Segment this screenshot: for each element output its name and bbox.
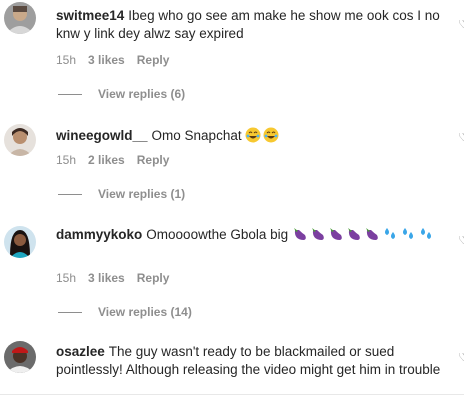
sweat-droplets-emoji-icon xyxy=(418,226,434,247)
comment-username[interactable]: dammyykoko xyxy=(56,227,142,242)
like-heart-icon[interactable]: ♡ xyxy=(458,353,464,361)
replies-divider-line xyxy=(58,193,82,195)
comment-time: 15h xyxy=(56,153,77,167)
view-replies-label: View replies (14) xyxy=(98,305,192,319)
avatar-photo-icon xyxy=(4,341,36,373)
sweat-droplets-emoji-icon xyxy=(400,226,416,247)
view-replies-label: View replies (6) xyxy=(98,87,186,101)
comment-text: osazlee The guy wasn't ready to be blackm… xyxy=(56,343,452,379)
comment-username[interactable]: switmee14 xyxy=(56,8,124,23)
comment-body: Omo Snapchat xyxy=(151,128,242,143)
tears-of-joy-emoji-icon xyxy=(263,127,279,148)
comment-username[interactable]: osazlee xyxy=(56,344,105,359)
avatar[interactable] xyxy=(4,341,36,373)
eggplant-emoji-icon xyxy=(292,226,308,247)
comment-text: dammyykoko Omoooowthe Gbola big xyxy=(56,226,436,247)
comment-body: Omoooowthe Gbola big xyxy=(146,227,289,242)
tears-of-joy-emoji-icon xyxy=(245,127,261,148)
comment-likes[interactable]: 2 likes xyxy=(88,153,125,167)
replies-divider-line xyxy=(58,311,82,313)
avatar-photo-icon xyxy=(4,124,36,156)
comment-emojis xyxy=(292,227,436,242)
comment-meta: 15h 3 likes Reply xyxy=(56,271,169,285)
avatar-photo-icon xyxy=(4,2,36,34)
view-replies-button[interactable]: View replies (6) xyxy=(58,87,185,101)
reply-button[interactable]: Reply xyxy=(137,271,170,285)
avatar[interactable] xyxy=(4,2,36,34)
comment-likes[interactable]: 3 likes xyxy=(88,271,125,285)
avatar[interactable] xyxy=(4,226,36,258)
comment-time: 15h xyxy=(56,271,77,285)
comment-likes[interactable]: 3 likes xyxy=(88,53,125,67)
replies-divider-line xyxy=(58,93,82,95)
eggplant-emoji-icon xyxy=(328,226,344,247)
comment-body: The guy wasn't ready to be blackmailed o… xyxy=(56,344,441,377)
avatar-photo-icon xyxy=(4,226,36,258)
comment-text: wineegowld__ Omo Snapchat xyxy=(56,127,452,148)
avatar[interactable] xyxy=(4,124,36,156)
bottom-divider xyxy=(0,394,464,395)
comment-username[interactable]: wineegowld__ xyxy=(56,128,148,143)
eggplant-emoji-icon xyxy=(310,226,326,247)
like-heart-icon[interactable]: ♡ xyxy=(458,20,464,28)
eggplant-emoji-icon xyxy=(364,226,380,247)
view-replies-button[interactable]: View replies (1) xyxy=(58,187,185,201)
comment-meta: 15h 2 likes Reply xyxy=(56,153,169,167)
view-replies-label: View replies (1) xyxy=(98,187,186,201)
like-heart-icon[interactable]: ♡ xyxy=(458,133,464,141)
like-heart-icon[interactable]: ♡ xyxy=(458,236,464,244)
reply-button[interactable]: Reply xyxy=(137,153,170,167)
sweat-droplets-emoji-icon xyxy=(382,226,398,247)
comment-time: 15h xyxy=(56,53,77,67)
view-replies-button[interactable]: View replies (14) xyxy=(58,305,192,319)
reply-button[interactable]: Reply xyxy=(137,53,170,67)
eggplant-emoji-icon xyxy=(346,226,362,247)
comment-meta: 15h 3 likes Reply xyxy=(56,53,169,67)
comment-text: switmee14 Ibeg who go see am make he show… xyxy=(56,7,452,43)
